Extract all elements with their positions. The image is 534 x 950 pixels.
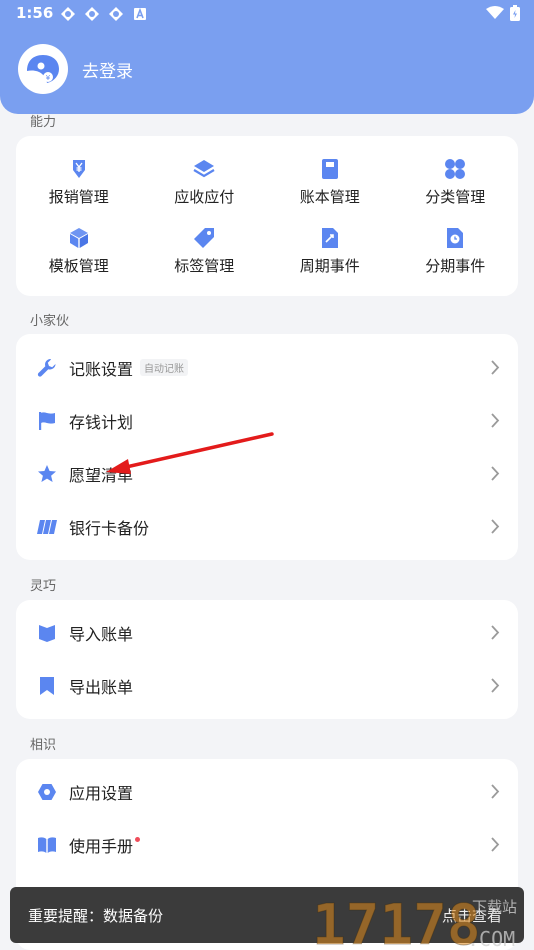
list-item-label: 记账设置 [69, 359, 134, 379]
ability-item-receivable[interactable]: 应收应付 [142, 158, 268, 227]
ability-item-label: 标签管理 [174, 257, 235, 275]
app-notification-icon [84, 6, 100, 22]
list-item-label: 存钱计划 [69, 412, 134, 432]
list-item-bookkeeping-settings[interactable]: 记账设置 自动记账 [16, 341, 518, 394]
status-time: 1:56 [16, 4, 54, 22]
import-icon [36, 622, 58, 644]
list-item-label: 银行卡备份 [69, 518, 150, 538]
list-item-label: 应用设置 [69, 783, 134, 803]
svg-text:¥: ¥ [46, 74, 51, 82]
ability-item-label: 分期事件 [425, 257, 486, 275]
cycle-icon [321, 228, 338, 248]
list-item-label: 导入账单 [69, 624, 134, 644]
chevron-right-icon [491, 360, 500, 375]
ability-item-label: 分类管理 [425, 188, 486, 206]
battery-icon [510, 5, 520, 21]
gadgets-card: 记账设置 自动记账 存钱计划 愿望清单 银行卡备份 [16, 334, 518, 560]
section-title-smart: 灵巧 [30, 579, 57, 594]
reminder-toast: 重要提醒：数据备份 点击查看 [10, 887, 524, 943]
notification-icons [60, 6, 148, 22]
book-icon [321, 159, 338, 179]
system-icons [486, 5, 520, 21]
ability-card: 报销管理 应收应付 账本管理 分类管理 模板管理 标签管理 周期事件 分期事件 [16, 136, 518, 296]
avatar[interactable]: ¥ [18, 44, 68, 94]
list-item-label: 愿望清单 [69, 465, 134, 485]
list-item-bank-card-backup[interactable]: 银行卡备份 [16, 500, 518, 553]
star-icon [36, 463, 58, 485]
ability-item-template[interactable]: 模板管理 [16, 227, 142, 296]
card-icon [36, 516, 58, 538]
wifi-icon [486, 6, 504, 19]
list-item-export-bill[interactable]: 导出账单 [16, 659, 518, 712]
ability-item-label: 周期事件 [299, 257, 360, 275]
chevron-right-icon [491, 519, 500, 534]
smart-card: 导入账单 导出账单 [16, 600, 518, 719]
toast-message: 重要提醒：数据备份 [28, 907, 164, 925]
layers-icon [193, 160, 215, 178]
ability-item-label: 应收应付 [174, 188, 235, 206]
chevron-right-icon [491, 413, 500, 428]
cube-icon [69, 228, 88, 248]
app-notification-icon [60, 6, 76, 22]
ability-item-installment[interactable]: 分期事件 [393, 227, 519, 296]
wrench-icon [36, 357, 58, 379]
flag-icon [36, 410, 58, 432]
list-item-user-manual[interactable]: 使用手册 [16, 818, 518, 871]
list-item-label: 使用手册 [69, 836, 134, 856]
chevron-right-icon [491, 678, 500, 693]
ability-item-label: 模板管理 [48, 257, 109, 275]
list-item-app-settings[interactable]: 应用设置 [16, 765, 518, 818]
ability-item-category[interactable]: 分类管理 [393, 158, 519, 227]
chevron-right-icon [491, 466, 500, 481]
status-bar: 1:56 [0, 0, 534, 28]
new-dot-badge [135, 837, 141, 842]
auto-bookkeeping-badge: 自动记账 [140, 359, 189, 376]
category-icon [445, 159, 466, 179]
list-item-label: 导出账单 [69, 677, 134, 697]
chevron-right-icon [491, 625, 500, 640]
export-icon [36, 675, 58, 697]
login-entry[interactable]: ¥ 去登录 [18, 44, 133, 94]
a-notification-icon [132, 6, 148, 22]
ability-item-label: 报销管理 [48, 188, 109, 206]
expense-icon [72, 160, 85, 178]
manual-icon [36, 834, 58, 856]
app-notification-icon [108, 6, 124, 22]
list-item-import-bill[interactable]: 导入账单 [16, 606, 518, 659]
ability-item-label: 账本管理 [299, 188, 360, 206]
profile-header: 1:56 ¥ 去登录 [0, 0, 534, 114]
ability-item-ledger[interactable]: 账本管理 [267, 158, 393, 227]
section-title-acquaint: 相识 [30, 738, 57, 753]
installment-icon [447, 228, 464, 248]
ability-item-cycle[interactable]: 周期事件 [267, 227, 393, 296]
section-title-gadgets: 小家伙 [30, 314, 70, 329]
ability-item-expense[interactable]: 报销管理 [16, 158, 142, 227]
mascot-icon: ¥ [27, 55, 59, 83]
tag-icon [194, 228, 215, 248]
chevron-right-icon [491, 837, 500, 852]
ability-item-tag[interactable]: 标签管理 [142, 227, 268, 296]
section-title-ability: 能力 [30, 115, 57, 130]
list-item-savings-plan[interactable]: 存钱计划 [16, 394, 518, 447]
chevron-right-icon [491, 784, 500, 799]
settings-icon [36, 781, 58, 803]
toast-view-button[interactable]: 点击查看 [442, 905, 502, 926]
login-label[interactable]: 去登录 [82, 57, 133, 82]
list-item-wishlist[interactable]: 愿望清单 [16, 447, 518, 500]
